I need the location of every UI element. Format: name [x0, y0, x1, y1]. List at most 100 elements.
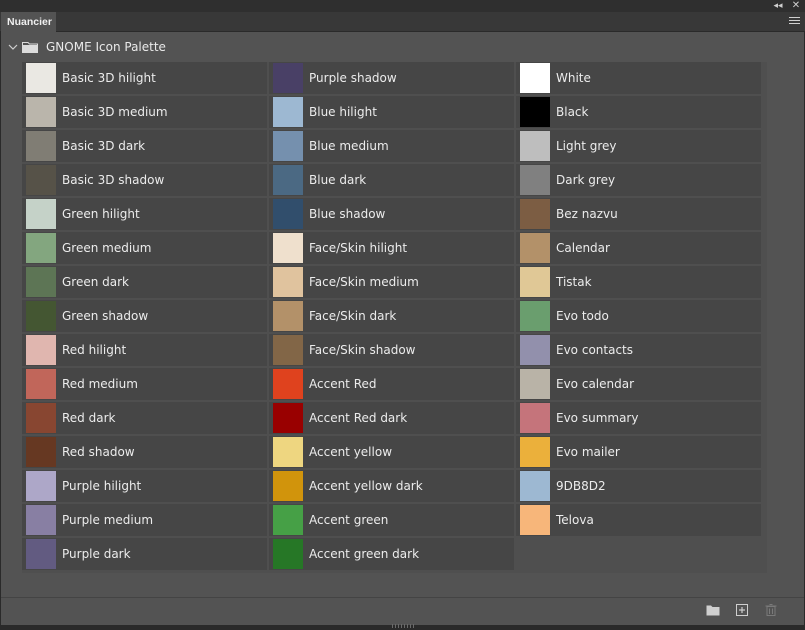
new-folder-icon[interactable] — [706, 604, 720, 616]
hamburger-menu-icon[interactable] — [789, 17, 800, 26]
swatch-color-chip[interactable] — [520, 131, 550, 161]
swatch-item[interactable]: Dark grey — [516, 164, 761, 196]
swatch-color-chip[interactable] — [520, 63, 550, 93]
swatch-color-chip[interactable] — [273, 233, 303, 263]
swatch-item[interactable]: Evo summary — [516, 402, 761, 434]
swatch-color-chip[interactable] — [273, 539, 303, 569]
swatch-item[interactable]: Evo contacts — [516, 334, 761, 366]
swatch-color-chip[interactable] — [273, 403, 303, 433]
scrollbar[interactable] — [787, 33, 804, 596]
swatch-item[interactable]: Telova — [516, 504, 761, 536]
swatch-color-chip[interactable] — [26, 369, 56, 399]
swatch-grid: Basic 3D hilight Basic 3D medium Basic 3D … — [22, 62, 767, 573]
swatch-item[interactable]: White — [516, 62, 761, 94]
swatch-color-chip[interactable] — [26, 199, 56, 229]
swatch-color-chip[interactable] — [273, 505, 303, 535]
swatch-item[interactable]: Red medium — [22, 368, 267, 400]
swatch-item[interactable]: Accent green — [269, 504, 514, 536]
swatch-item[interactable]: Accent yellow dark — [269, 470, 514, 502]
new-swatch-icon[interactable] — [735, 604, 749, 616]
swatch-color-chip[interactable] — [273, 267, 303, 297]
swatch-color-chip[interactable] — [520, 471, 550, 501]
swatch-color-chip[interactable] — [26, 437, 56, 467]
swatch-item[interactable]: Blue shadow — [269, 198, 514, 230]
swatch-item[interactable]: Light grey — [516, 130, 761, 162]
swatch-color-chip[interactable] — [26, 471, 56, 501]
double-chevron-left-icon[interactable]: ◂◂ — [772, 1, 784, 11]
swatch-color-chip[interactable] — [26, 267, 56, 297]
swatch-color-chip[interactable] — [520, 403, 550, 433]
swatch-item[interactable]: Face/Skin dark — [269, 300, 514, 332]
swatch-item[interactable]: Blue dark — [269, 164, 514, 196]
swatch-color-chip[interactable] — [520, 369, 550, 399]
swatch-color-chip[interactable] — [520, 97, 550, 127]
swatch-color-chip[interactable] — [520, 505, 550, 535]
swatch-color-chip[interactable] — [520, 233, 550, 263]
swatch-item[interactable]: Green shadow — [22, 300, 267, 332]
swatch-label: Green dark — [62, 275, 130, 289]
close-icon[interactable]: ✕ — [790, 1, 802, 11]
swatch-item[interactable]: Evo mailer — [516, 436, 761, 468]
swatch-color-chip[interactable] — [520, 335, 550, 365]
swatch-color-chip[interactable] — [26, 403, 56, 433]
swatch-item[interactable]: Black — [516, 96, 761, 128]
swatch-color-chip[interactable] — [520, 437, 550, 467]
swatch-color-chip[interactable] — [26, 505, 56, 535]
swatch-item[interactable]: Evo todo — [516, 300, 761, 332]
swatch-color-chip[interactable] — [26, 233, 56, 263]
swatch-item[interactable]: Face/Skin shadow — [269, 334, 514, 366]
swatch-color-chip[interactable] — [273, 131, 303, 161]
swatch-item[interactable]: Red shadow — [22, 436, 267, 468]
swatch-color-chip[interactable] — [273, 335, 303, 365]
swatch-item[interactable]: Calendar — [516, 232, 761, 264]
swatch-color-chip[interactable] — [273, 199, 303, 229]
swatch-item[interactable]: Tistak — [516, 266, 761, 298]
swatch-color-chip[interactable] — [520, 301, 550, 331]
swatch-item[interactable]: Purple medium — [22, 504, 267, 536]
trash-icon[interactable] — [764, 604, 778, 616]
swatch-color-chip[interactable] — [26, 63, 56, 93]
swatch-item[interactable]: Red dark — [22, 402, 267, 434]
swatch-color-chip[interactable] — [273, 97, 303, 127]
swatch-color-chip[interactable] — [273, 165, 303, 195]
swatch-item[interactable]: Accent yellow — [269, 436, 514, 468]
swatch-item[interactable]: Basic 3D medium — [22, 96, 267, 128]
swatch-item[interactable]: Accent Red dark — [269, 402, 514, 434]
swatch-item[interactable]: Purple dark — [22, 538, 267, 570]
swatch-color-chip[interactable] — [273, 471, 303, 501]
swatch-item[interactable]: Purple hilight — [22, 470, 267, 502]
chevron-down-icon[interactable] — [8, 42, 18, 52]
swatch-item[interactable]: Face/Skin hilight — [269, 232, 514, 264]
swatch-color-chip[interactable] — [273, 369, 303, 399]
swatch-color-chip[interactable] — [26, 539, 56, 569]
swatch-item[interactable]: Purple shadow — [269, 62, 514, 94]
swatch-color-chip[interactable] — [520, 267, 550, 297]
swatch-item[interactable]: Evo calendar — [516, 368, 761, 400]
swatch-item[interactable]: Accent green dark — [269, 538, 514, 570]
swatch-item[interactable]: Blue medium — [269, 130, 514, 162]
swatch-color-chip[interactable] — [26, 131, 56, 161]
resize-grip[interactable] — [392, 624, 414, 628]
swatch-item[interactable]: 9DB8D2 — [516, 470, 761, 502]
swatch-item[interactable]: Basic 3D dark — [22, 130, 267, 162]
swatch-item[interactable]: Red hilight — [22, 334, 267, 366]
swatch-item[interactable]: Basic 3D shadow — [22, 164, 267, 196]
swatch-color-chip[interactable] — [26, 97, 56, 127]
swatch-color-chip[interactable] — [26, 335, 56, 365]
swatch-color-chip[interactable] — [273, 437, 303, 467]
swatch-item[interactable]: Bez nazvu — [516, 198, 761, 230]
swatch-item[interactable]: Basic 3D hilight — [22, 62, 267, 94]
swatch-color-chip[interactable] — [26, 301, 56, 331]
swatch-color-chip[interactable] — [273, 63, 303, 93]
swatch-color-chip[interactable] — [26, 165, 56, 195]
swatch-item[interactable]: Green medium — [22, 232, 267, 264]
swatch-item[interactable]: Green dark — [22, 266, 267, 298]
swatch-item[interactable]: Accent Red — [269, 368, 514, 400]
swatch-color-chip[interactable] — [520, 165, 550, 195]
swatch-item[interactable]: Blue hilight — [269, 96, 514, 128]
swatch-color-chip[interactable] — [520, 199, 550, 229]
swatch-item[interactable]: Green hilight — [22, 198, 267, 230]
swatch-item[interactable]: Face/Skin medium — [269, 266, 514, 298]
swatch-color-chip[interactable] — [273, 301, 303, 331]
tab-swatches[interactable]: Nuancier — [1, 12, 56, 32]
